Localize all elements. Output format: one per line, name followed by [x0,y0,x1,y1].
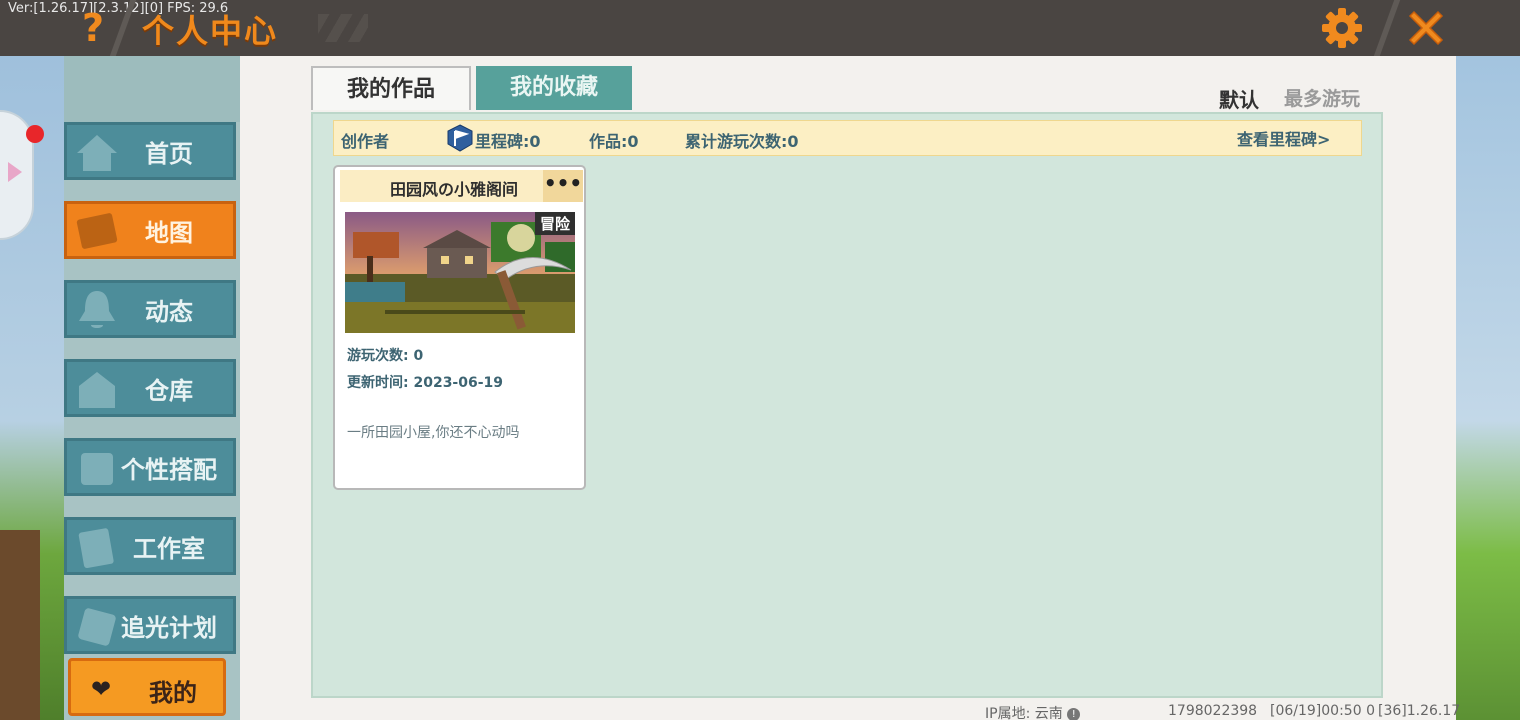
sidebar-item-warehouse[interactable]: 仓库 [64,359,236,417]
time-info: [06/19]00:50 0 [1270,703,1375,719]
view-milestone-link[interactable]: 查看里程碑> [1237,126,1330,150]
ip-location: IP属地: 云南 ! [985,703,1081,720]
sidebar-item-plan[interactable]: 追光计划 [64,596,236,654]
heart-icon: ❤ [91,675,112,703]
background-right [1456,56,1520,720]
top-bar: Ver:[1.26.17][2.3.12][0] FPS: 29.6 ? 个人中… [0,0,1520,56]
sort-default-button[interactable]: 默认 [1219,84,1259,113]
close-icon[interactable] [1402,4,1450,52]
settings-gear-icon[interactable] [1318,4,1366,52]
sidebar-item-map[interactable]: 地图 [64,201,236,259]
sidebar-item-label: 追光计划 [121,613,217,642]
info-icon[interactable]: ! [1067,707,1081,720]
map-thumbnail[interactable]: 冒险 [345,212,575,333]
more-options-button[interactable]: ••• [543,170,583,202]
total-plays-count: 累计游玩次数:0 [685,132,799,151]
sidebar-item-label: 动态 [145,297,193,326]
ip-location-text: IP属地: 云南 [985,706,1063,720]
milestone-count: 里程碑:0 [475,132,541,151]
work-card[interactable]: 田园风の小雅阁间 ••• 冒险 游玩次数: 0 更新时间: 2023-06-19… [333,165,586,490]
play-count: 游玩次数: 0 [347,348,424,364]
milestone-flag-icon [447,124,473,152]
sidebar-item-mine[interactable]: ❤ 我的 [68,658,226,716]
help-button[interactable]: ? [76,6,110,50]
sidebar-item-label: 个性搭配 [121,455,217,484]
sort-most-played-button[interactable]: 最多游玩 [1284,84,1360,111]
card-title: 田园风の小雅阁间 [390,180,519,199]
sidebar-item-label: 首页 [145,139,193,168]
genre-tag: 冒险 [534,212,575,235]
expand-arrow-icon[interactable] [8,162,22,182]
user-id: 1798022398 [1168,703,1258,719]
sidebar-item-outfit[interactable]: 个性搭配 [64,438,236,496]
sidebar-item-label: 工作室 [133,534,205,563]
sidebar-item-label: 仓库 [145,376,193,405]
build-info: [36]1.26.17 [1378,703,1461,719]
creator-label: 创作者 [341,132,390,151]
works-count: 作品:0 [589,132,639,151]
sidebar-item-studio[interactable]: 工作室 [64,517,236,575]
sidebar-header [64,56,240,122]
decorative-stripes [318,14,368,42]
sidebar-item-home[interactable]: 首页 [64,122,236,180]
sidebar-item-label: 我的 [149,679,197,707]
notification-dot [26,125,44,143]
card-description: 一所田园小屋,你还不心动吗 [347,425,520,441]
page-title: 个人中心 [142,12,279,50]
sidebar-item-label: 地图 [145,218,193,247]
background-block [0,530,40,720]
tab-my-favorites[interactable]: 我的收藏 [476,66,632,110]
card-header: 田园风の小雅阁间 ••• [340,170,583,202]
updated-time: 更新时间: 2023-06-19 [347,375,504,391]
tab-my-works[interactable]: 我的作品 [311,66,471,110]
divider [1373,0,1401,56]
sidebar-item-feed[interactable]: 动态 [64,280,236,338]
